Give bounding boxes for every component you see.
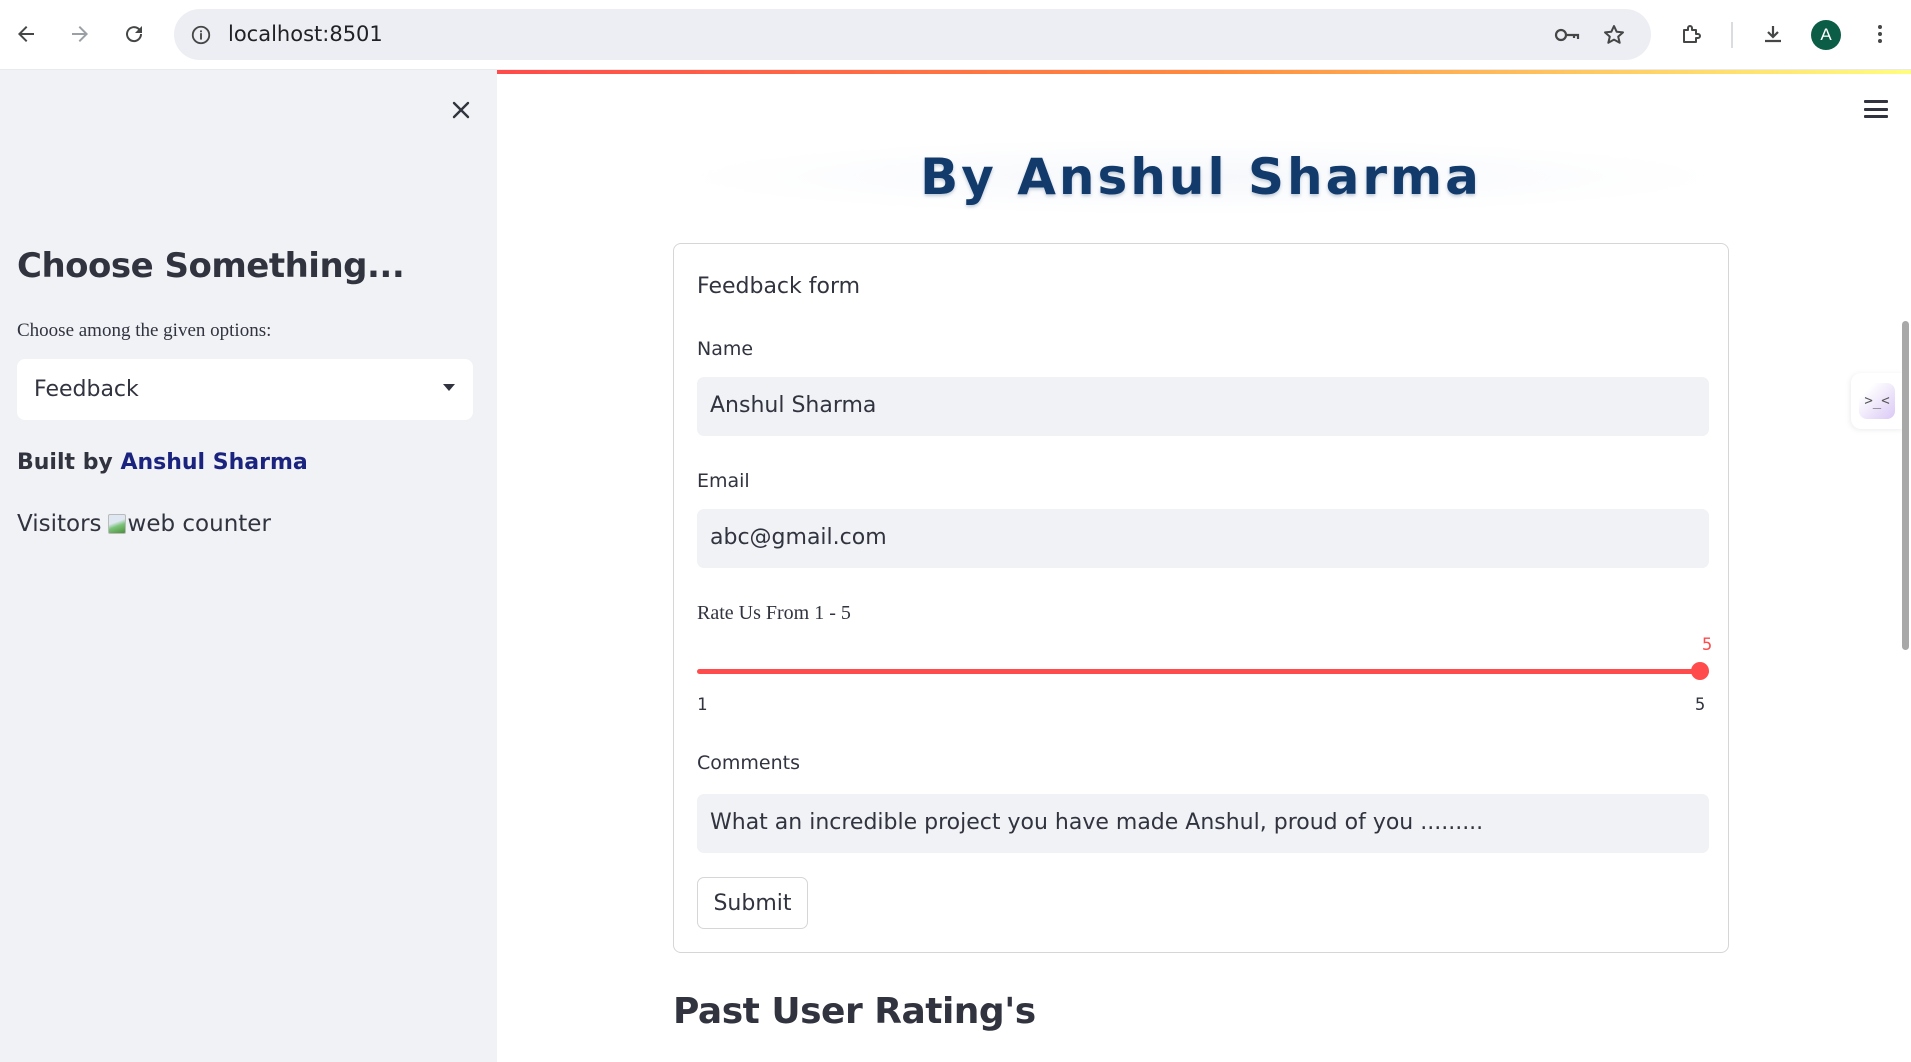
select-value[interactable]: Feedback	[34, 377, 139, 402]
profile-avatar[interactable]: A	[1811, 20, 1841, 50]
email-input[interactable]: abc@gmail.com	[697, 509, 1709, 568]
url-text[interactable]: localhost:8501	[228, 22, 383, 46]
reload-icon	[126, 26, 143, 43]
options-select[interactable]: Feedback	[17, 359, 473, 420]
rating-slider-thumb[interactable]	[1691, 662, 1709, 680]
name-value[interactable]: Anshul Sharma	[710, 393, 876, 418]
name-label: Name	[697, 338, 754, 360]
built-by-text: Built by Anshul Sharma	[17, 450, 308, 475]
sidebar: Choose Something... Choose among the giv…	[0, 70, 497, 1062]
extensions-icon[interactable]	[1674, 16, 1710, 52]
select-label: Choose among the given options:	[17, 320, 272, 341]
comments-label: Comments	[697, 752, 800, 774]
reload-button[interactable]	[116, 16, 152, 52]
rating-slider-track[interactable]	[697, 669, 1709, 674]
email-value[interactable]: abc@gmail.com	[710, 525, 887, 550]
slider-max-label: 5	[1695, 695, 1706, 715]
email-label: Email	[697, 470, 750, 492]
password-key-icon[interactable]	[1553, 21, 1581, 49]
broken-image-icon	[107, 514, 126, 534]
visitors-label: Visitors	[17, 511, 102, 537]
slider-current-value: 5	[1702, 635, 1713, 655]
top-decoration-bar	[497, 70, 1911, 74]
main-menu-icon[interactable]	[1861, 96, 1891, 122]
forward-button[interactable]	[62, 16, 98, 52]
toolbar-separator	[1731, 22, 1733, 48]
past-ratings-heading: Past User Rating's	[673, 991, 1036, 1032]
back-button[interactable]	[8, 16, 44, 52]
sidebar-title: Choose Something...	[17, 246, 405, 286]
header-banner: By Anshul Sharma	[673, 138, 1729, 216]
submit-button[interactable]: Submit	[697, 877, 808, 929]
comments-value[interactable]: What an incredible project you have made…	[710, 810, 1483, 835]
widget-icon: >_<	[1859, 383, 1895, 419]
comments-input[interactable]: What an incredible project you have made…	[697, 794, 1709, 853]
close-icon	[452, 101, 470, 119]
browser-toolbar: localhost:8501 A	[0, 0, 1911, 70]
web-counter-image: web counter	[107, 511, 271, 537]
banner-title: By Anshul Sharma	[920, 148, 1482, 206]
chevron-down-icon[interactable]	[443, 384, 455, 391]
close-sidebar-button[interactable]	[445, 94, 477, 126]
bookmark-star-icon[interactable]	[1600, 21, 1628, 49]
browser-menu-icon[interactable]	[1862, 16, 1898, 52]
back-arrow-icon	[18, 26, 34, 42]
floating-widget-button[interactable]: >_<	[1851, 373, 1903, 429]
feedback-form: Feedback form Name Anshul Sharma Email a…	[673, 243, 1729, 953]
author-link[interactable]: Anshul Sharma	[120, 450, 307, 475]
built-by-prefix: Built by	[17, 450, 121, 475]
site-info-icon[interactable]	[188, 22, 214, 48]
address-bar[interactable]: localhost:8501	[174, 9, 1651, 60]
visitors-counter: Visitors web counter	[17, 511, 271, 537]
page-scrollbar[interactable]	[1902, 321, 1909, 650]
web-counter-alt-text: web counter	[127, 511, 271, 537]
slider-min-label: 1	[697, 695, 708, 715]
download-icon[interactable]	[1755, 16, 1791, 52]
forward-arrow-icon	[72, 26, 88, 42]
form-title: Feedback form	[697, 274, 861, 299]
name-input[interactable]: Anshul Sharma	[697, 377, 1709, 436]
rating-label: Rate Us From 1 - 5	[697, 602, 851, 624]
